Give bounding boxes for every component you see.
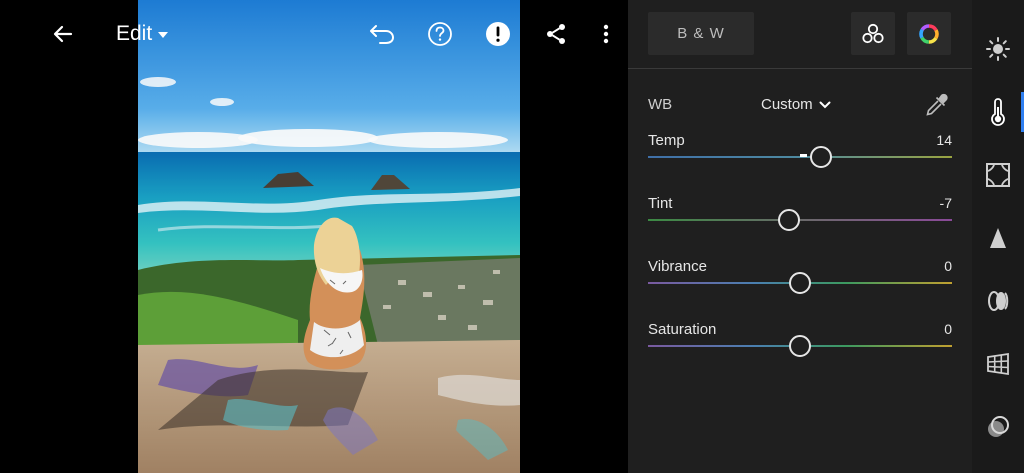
detail-triangle-icon[interactable] bbox=[984, 224, 1012, 252]
temp-value: 14 bbox=[936, 132, 952, 148]
saturation-slider-thumb[interactable] bbox=[789, 335, 811, 357]
image-canvas-area: Edit bbox=[0, 0, 628, 473]
saturation-slider-row: Saturation 0 bbox=[648, 321, 952, 371]
vibrance-value: 0 bbox=[944, 258, 952, 274]
temp-slider-thumb[interactable] bbox=[810, 146, 833, 168]
beach-photo bbox=[138, 0, 520, 473]
presets-circles-icon[interactable] bbox=[984, 413, 1012, 441]
saturation-label: Saturation bbox=[648, 321, 717, 338]
temp-slider-row: Temp 14 bbox=[648, 132, 952, 182]
profile-browser-icon bbox=[862, 23, 884, 43]
vibrance-slider-thumb[interactable] bbox=[789, 272, 811, 294]
geometry-grid-icon[interactable] bbox=[984, 350, 1012, 378]
chevron-down-icon bbox=[819, 101, 831, 108]
light-sun-icon[interactable] bbox=[984, 35, 1012, 63]
vibrance-slider-row: Vibrance 0 bbox=[648, 258, 952, 308]
arrow-left-icon[interactable] bbox=[47, 18, 79, 50]
panel-divider bbox=[628, 68, 972, 69]
tint-label: Tint bbox=[648, 195, 673, 212]
white-balance-label: WB bbox=[648, 96, 673, 113]
tool-rail bbox=[972, 0, 1024, 473]
white-balance-value: Custom bbox=[761, 96, 813, 113]
color-mix-button[interactable] bbox=[907, 12, 951, 55]
vertical-ellipsis-icon[interactable] bbox=[590, 18, 622, 50]
eyedropper-icon[interactable] bbox=[924, 92, 950, 118]
undo-icon[interactable] bbox=[366, 18, 398, 50]
profile-browser-button[interactable] bbox=[851, 12, 895, 55]
photo-preview[interactable] bbox=[138, 0, 520, 473]
temp-default-tick bbox=[800, 154, 807, 157]
color-adjust-panel: B & W WB Custom Temp 14 Tint -7 Vibrance… bbox=[628, 0, 972, 473]
optics-lens-icon[interactable] bbox=[984, 287, 1012, 315]
edit-mode-dropdown[interactable]: Edit bbox=[116, 20, 169, 48]
exclamation-circle-icon[interactable] bbox=[482, 18, 514, 50]
share-icon[interactable] bbox=[540, 18, 572, 50]
color-thermometer-icon[interactable] bbox=[984, 98, 1012, 126]
effects-frame-icon[interactable] bbox=[984, 161, 1012, 189]
saturation-value: 0 bbox=[944, 321, 952, 337]
vibrance-label: Vibrance bbox=[648, 258, 707, 275]
edit-label: Edit bbox=[116, 22, 153, 45]
temp-label: Temp bbox=[648, 132, 685, 149]
tint-slider-thumb[interactable] bbox=[778, 209, 801, 231]
question-circle-icon[interactable] bbox=[424, 18, 456, 50]
tint-slider-row: Tint -7 bbox=[648, 195, 952, 245]
caret-down-icon bbox=[158, 32, 169, 38]
black-white-button[interactable]: B & W bbox=[648, 12, 754, 55]
top-toolbar: Edit bbox=[0, 0, 628, 68]
color-wheel-icon bbox=[919, 23, 939, 44]
white-balance-dropdown[interactable]: Custom bbox=[761, 96, 831, 113]
tint-value: -7 bbox=[939, 195, 952, 211]
